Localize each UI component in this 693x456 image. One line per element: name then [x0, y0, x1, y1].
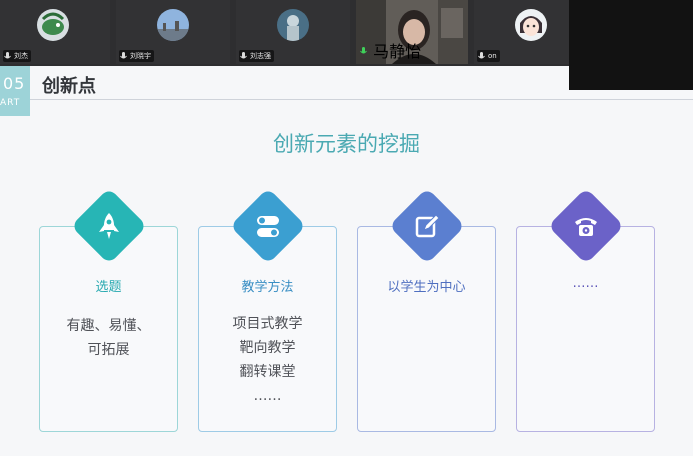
card-line: 靶向教学 [239, 340, 296, 356]
cartoon-girl-avatar [515, 9, 547, 41]
microphone-icon [3, 50, 12, 62]
participant-tile[interactable]: 刘志强 [236, 0, 350, 64]
card-title: …… [572, 276, 599, 291]
section-part-tag: 05 ART [0, 66, 30, 116]
card-line: 项目式教学 [232, 316, 303, 332]
card-body: 有趣、易懂、 可拓展 [39, 314, 178, 362]
participant-tile[interactable]: 刘晓宇 [116, 0, 230, 64]
participant-name: 马静怡 [373, 42, 422, 61]
telephone-icon [575, 218, 597, 236]
microphone-icon [477, 50, 486, 62]
participant-name-tag: 刘晓宇 [119, 50, 154, 62]
edit-icon [415, 214, 440, 238]
participant-name: 刘志强 [250, 52, 271, 60]
microphone-icon [239, 50, 248, 62]
part-number: 05 [3, 74, 26, 93]
card-body: 项目式教学 靶向教学 翻转课堂 …… [198, 312, 337, 408]
participant-name-tag: on [477, 50, 500, 62]
statue-avatar [277, 9, 309, 41]
card-title: 以学生为中心 [387, 280, 466, 295]
participant-name-tag: 刘杰 [3, 50, 31, 62]
microphone-icon [119, 50, 128, 62]
city-sky-avatar [157, 9, 189, 41]
participant-tile[interactable]: 刘杰 [0, 0, 110, 64]
part-label: ART [0, 98, 21, 108]
card-title: 教学方法 [241, 280, 294, 295]
card-line: 翻转课堂 [239, 364, 296, 380]
participant-name: on [488, 52, 497, 60]
header-divider [30, 99, 693, 100]
card-line: 可拓展 [87, 342, 130, 358]
video-overlay-panel [569, 0, 693, 90]
speaking-microphone-icon [359, 42, 368, 61]
slide-subtitle: 创新元素的挖掘 [273, 132, 420, 156]
participant-name-tag: 马静怡 [359, 38, 421, 62]
rocket-icon [99, 213, 119, 239]
toggle-icon [257, 216, 279, 237]
card-line: …… [253, 388, 282, 404]
participant-name: 刘杰 [14, 52, 28, 60]
participant-name: 刘晓宇 [130, 52, 151, 60]
green-fish-avatar [37, 9, 69, 41]
card-line: 有趣、易懂、 [66, 318, 151, 334]
slide-title: 创新点 [42, 76, 96, 97]
participant-name-tag: 刘志强 [239, 50, 274, 62]
camera-video[interactable]: 马静怡 [356, 0, 468, 64]
card-title: 选题 [95, 280, 122, 295]
